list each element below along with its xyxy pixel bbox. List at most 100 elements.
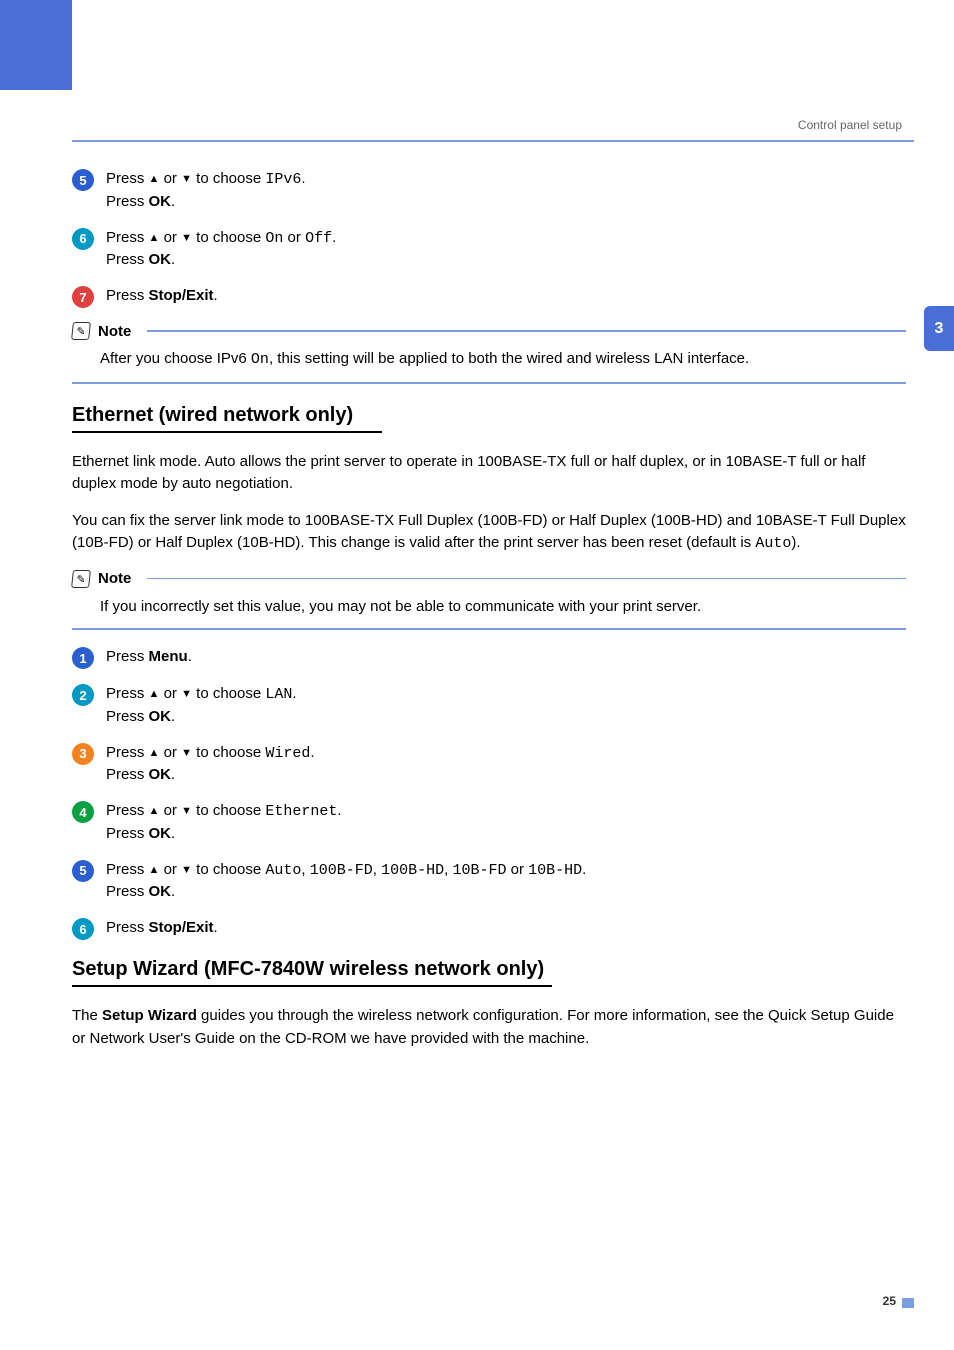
t: . [332,229,336,246]
t: Press [106,708,149,725]
t: , this setting will be applied to both t… [269,350,749,367]
step-body: Press Stop/Exit. [106,917,218,939]
down-arrow-icon: ▼ [181,747,192,759]
note-label: Note [98,323,131,340]
para: The Setup Wizard guides you through the … [72,1005,906,1050]
t: Press [106,287,149,304]
down-arrow-icon: ▼ [181,232,192,244]
code: Auto [755,535,791,552]
note-body: After you choose IPv6 On, this setting w… [100,348,906,372]
t: . [171,766,175,783]
note-header: ✎ Note [72,322,906,340]
step-body: Press ▲ or ▼ to choose Auto, 100B-FD, 10… [106,859,586,904]
note-block: ✎ Note After you choose IPv6 On, this se… [72,322,906,384]
note-bottom-rule [72,382,906,384]
t: Stop/Exit [149,287,214,304]
t: . [171,708,175,725]
step-6: 6 Press ▲ or ▼ to choose On or Off. Pres… [72,227,906,272]
page-number-accent [902,1298,914,1308]
step-body: Press Stop/Exit. [106,285,218,307]
section-title-wizard: Setup Wizard (MFC-7840W wireless network… [72,958,906,981]
header-rule [72,140,914,142]
t: Press [106,229,149,246]
t: or [159,229,181,246]
code: 100B-FD [310,862,373,879]
step-6b: 6 Press Stop/Exit. [72,917,906,940]
code: 100B-HD [381,862,444,879]
t: OK [149,825,172,842]
t: or [159,861,181,878]
page-content: 5 Press ▲ or ▼ to choose IPv6. Press OK.… [72,168,906,1064]
t: or [159,802,181,819]
note-rule [147,578,906,580]
t: to choose [192,685,265,702]
up-arrow-icon: ▲ [149,864,160,876]
t: to choose [192,170,265,187]
t: Press [106,883,149,900]
up-arrow-icon: ▲ [149,688,160,700]
step-bullet: 5 [72,169,94,191]
t: . [188,648,192,665]
note-block: ✎ Note If you incorrectly set this value… [72,570,906,631]
t: , [301,861,309,878]
para: You can fix the server link mode to 100B… [72,510,906,556]
para: Ethernet link mode. Auto allows the prin… [72,451,906,496]
code: LAN [265,686,292,703]
t: Press [106,919,149,936]
t: . [171,825,175,842]
code: On [251,351,269,368]
t: Menu [149,648,188,665]
t: . [171,883,175,900]
t: or [506,861,528,878]
step-bullet: 3 [72,743,94,765]
t: Stop/Exit [149,919,214,936]
note-icon: ✎ [71,570,91,588]
t: Press [106,861,149,878]
step-5b: 5 Press ▲ or ▼ to choose Auto, 100B-FD, … [72,859,906,904]
step-bullet: 5 [72,860,94,882]
step-3: 3 Press ▲ or ▼ to choose Wired. Press OK… [72,742,906,787]
code: Ethernet [265,803,337,820]
step-body: Press ▲ or ▼ to choose LAN. Press OK. [106,683,297,728]
t: After you choose IPv6 [100,350,251,367]
t: . [337,802,341,819]
section-underline [72,431,382,433]
top-blue-bar [0,0,72,90]
code: IPv6 [265,171,301,188]
code: Off [305,230,332,247]
t: to choose [192,744,265,761]
step-1: 1 Press Menu. [72,646,906,669]
step-body: Press ▲ or ▼ to choose Wired. Press OK. [106,742,315,787]
t: or [159,744,181,761]
step-body: Press Menu. [106,646,192,668]
code: 10B-FD [452,862,506,879]
step-body: Press ▲ or ▼ to choose IPv6. Press OK. [106,168,306,213]
note-icon: ✎ [71,322,91,340]
code: Wired [265,745,310,762]
t: . [582,861,586,878]
t: or [283,229,305,246]
up-arrow-icon: ▲ [149,805,160,817]
t: Press [106,170,149,187]
chapter-tab: 3 [924,306,954,351]
code: 10B-HD [528,862,582,879]
t: . [171,251,175,268]
note-rule [147,330,906,332]
step-bullet: 4 [72,801,94,823]
t: Setup Wizard [102,1007,197,1024]
step-bullet: 2 [72,684,94,706]
t: . [292,685,296,702]
step-bullet: 7 [72,286,94,308]
down-arrow-icon: ▼ [181,173,192,185]
note-bottom-rule [72,628,906,630]
t: to choose [192,802,265,819]
t: Press [106,193,149,210]
step-2: 2 Press ▲ or ▼ to choose LAN. Press OK. [72,683,906,728]
t: ). [791,534,800,551]
t: OK [149,708,172,725]
t: to choose [192,861,265,878]
t: . [214,287,218,304]
t: Press [106,685,149,702]
step-bullet: 6 [72,228,94,250]
down-arrow-icon: ▼ [181,688,192,700]
